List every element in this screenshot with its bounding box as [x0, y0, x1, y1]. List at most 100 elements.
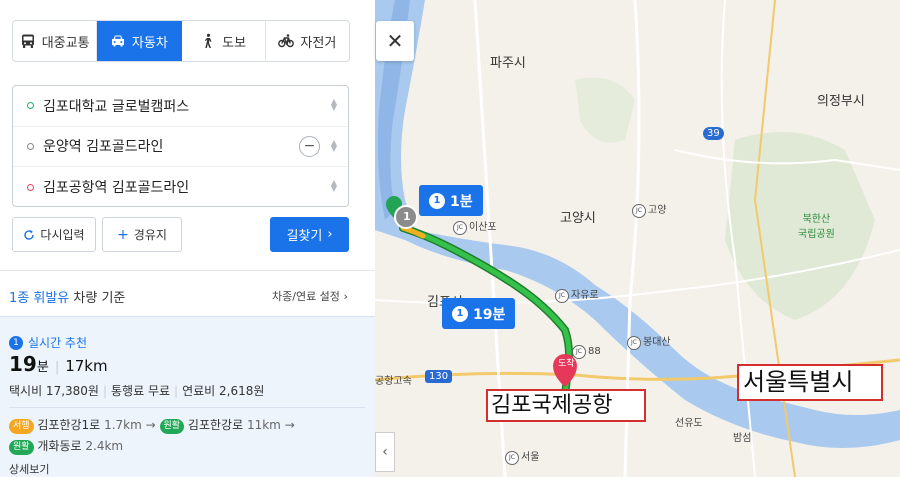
- tab-label: 도보: [222, 35, 247, 51]
- map-label-bamseom: 밤섬: [733, 433, 752, 444]
- traffic-tag: 원활: [9, 440, 34, 455]
- start-point-field[interactable]: 김포대학교 글로벌캠퍼스 ▲ ▼: [13, 86, 348, 127]
- traffic-tag: 서행: [9, 419, 34, 434]
- route-time-bubble-short[interactable]: 1 1분: [419, 185, 483, 216]
- fuel-type: 1종 휘발유: [9, 291, 70, 306]
- setting-label: 차종/연료 설정: [272, 290, 340, 303]
- route-costs: 택시비 17,380원 | 통행료 무료 | 연료비 2,618원: [9, 384, 265, 398]
- end-dot-icon: [27, 183, 34, 191]
- separator: |: [54, 360, 60, 375]
- start-dot-icon: [27, 102, 34, 110]
- route-distance: 17km: [65, 357, 108, 375]
- tab-label: 자전거: [300, 35, 337, 51]
- route-number-badge: 1: [429, 192, 445, 209]
- road-distance: 1.7km: [104, 418, 142, 432]
- reset-button[interactable]: 다시입력: [12, 217, 96, 252]
- tab-label: 자동차: [131, 35, 168, 51]
- road-shield-39: 39: [703, 127, 724, 140]
- fuel-basis: 1종 휘발유 차량 기준: [9, 287, 125, 306]
- road-shield-130: 130: [425, 370, 453, 383]
- road-segments: 서행 김포한강1로 1.7km → 원활 김포한강로 11km → 원활 개화동…: [9, 415, 295, 457]
- map-label-jayuro: JC 자유로: [555, 286, 599, 303]
- via-point-field[interactable]: 운양역 김포골드라인 − ▲ ▼: [13, 127, 348, 167]
- drag-handle-icon[interactable]: ▲ ▼: [330, 138, 338, 154]
- find-route-label: 길찾기: [286, 229, 323, 244]
- route-summary: 19 분 | 17km: [9, 352, 108, 376]
- tab-car[interactable]: 자동차: [97, 21, 182, 61]
- start-point-text: 김포대학교 글로벌캠퍼스: [43, 98, 190, 115]
- traffic-tag: 원활: [159, 419, 185, 434]
- road-name: 김포한강로: [187, 418, 244, 432]
- vehicle-fuel-setting-link[interactable]: 차종/연료 설정 ›: [272, 288, 348, 304]
- map-label-seoul-jc: JC 서울: [505, 448, 539, 465]
- drag-handle-icon[interactable]: ▲ ▼: [330, 98, 338, 113]
- route-actions: 다시입력 + 경유지 길찾기 ›: [12, 217, 349, 253]
- via-marker-label: 1: [403, 210, 411, 223]
- jc-name: 자유로: [571, 290, 599, 301]
- jc-name: 봉대산: [643, 337, 671, 348]
- refresh-icon: [24, 229, 35, 240]
- arrival-marker-label: 도착: [558, 359, 575, 369]
- bubble-time: 19분: [473, 306, 506, 323]
- road-name: 개화동로: [37, 439, 82, 453]
- rank-label: 실시간 추천: [28, 336, 88, 350]
- directions-panel: 대중교통 자동차 도보 자전거 김포대학교 글로벌캠퍼스 ▲ ▼ 운양역 김포골…: [0, 0, 375, 477]
- tab-walk[interactable]: 도보: [182, 21, 266, 61]
- via-point-text: 운양역 김포골드라인: [43, 139, 164, 156]
- map-label-seonyu: 선유도: [675, 418, 703, 429]
- fuel-suffix: 차량 기준: [73, 291, 126, 306]
- toll-fee: 통행료 무료: [111, 384, 171, 398]
- fuel-cost: 연료비 2,618원: [182, 384, 265, 398]
- map-view[interactable]: 파주시 의정부시 고양시 김포시 북한산 국립공원 JC이산포 JC고양 JC자…: [375, 0, 900, 477]
- remove-via-icon[interactable]: −: [299, 135, 320, 157]
- collapse-panel-button[interactable]: ‹: [375, 432, 395, 472]
- jc-name: 이산포: [469, 222, 497, 233]
- find-route-button[interactable]: 길찾기 ›: [270, 217, 349, 252]
- chevron-right-icon: ›: [343, 290, 348, 303]
- end-point-field[interactable]: 김포공항역 김포골드라인 ▲ ▼: [13, 167, 348, 208]
- arrow-right-icon: →: [145, 418, 156, 432]
- route-number-badge: 1: [452, 305, 468, 322]
- reset-label: 다시입력: [40, 228, 85, 242]
- map-label-bukhansan: 북한산 국립공원: [798, 214, 835, 240]
- arrow-right-icon: →: [284, 418, 295, 432]
- road-segment-line: 서행 김포한강1로 1.7km → 원활 김포한강로 11km →: [9, 415, 295, 436]
- road-distance: 11km: [246, 418, 281, 432]
- annotation-seoul: 서울특별시: [737, 364, 883, 401]
- chevron-right-icon: ›: [327, 227, 333, 242]
- card-divider: [9, 407, 365, 408]
- tab-public-transit[interactable]: 대중교통: [13, 21, 98, 61]
- rank-number: 1: [9, 335, 23, 350]
- panel-divider: [0, 270, 375, 271]
- bubble-time: 1분: [450, 193, 473, 210]
- tab-bicycle[interactable]: 자전거: [266, 21, 349, 61]
- map-label-paju: 파주시: [490, 56, 526, 71]
- jc-name: 고양: [648, 205, 667, 216]
- road-name: 김포한강1로: [37, 418, 101, 432]
- bus-icon: [21, 34, 34, 48]
- jc-name: 서울: [521, 452, 540, 463]
- bicycle-icon: [278, 34, 295, 48]
- drag-handle-icon[interactable]: ▲ ▼: [330, 179, 338, 194]
- plus-icon: +: [117, 226, 129, 243]
- map-label-ilsanpo: JC 이산포: [453, 218, 497, 235]
- road-distance: 2.4km: [85, 439, 124, 453]
- close-directions-button[interactable]: ✕: [376, 21, 414, 61]
- road-segment-line: 원활 개화동로 2.4km: [9, 436, 295, 457]
- view-detail-link[interactable]: 상세보기: [9, 461, 49, 477]
- map-label-bongdaesan: JC 봉대산: [627, 333, 671, 350]
- transport-mode-tabs: 대중교통 자동차 도보 자전거: [12, 20, 350, 62]
- duration-unit: 분: [36, 360, 49, 375]
- duration-minutes: 19: [9, 352, 37, 376]
- map-label-airport-highway: 공항고속: [375, 376, 412, 387]
- end-point-text: 김포공항역 김포골드라인: [43, 180, 190, 197]
- road-number: 88: [588, 346, 601, 357]
- car-icon: [111, 35, 124, 47]
- app-root: 대중교통 자동차 도보 자전거 김포대학교 글로벌캠퍼스 ▲ ▼ 운양역 김포골…: [0, 0, 900, 477]
- map-label-uijeongbu: 의정부시: [817, 94, 865, 109]
- map-label-jc88: JC 88: [572, 345, 601, 359]
- tab-label: 대중교통: [41, 35, 90, 51]
- add-via-button[interactable]: + 경유지: [102, 217, 182, 252]
- recommend-badge: 1 실시간 추천: [9, 334, 87, 351]
- route-time-bubble-main[interactable]: 1 19분: [442, 298, 516, 329]
